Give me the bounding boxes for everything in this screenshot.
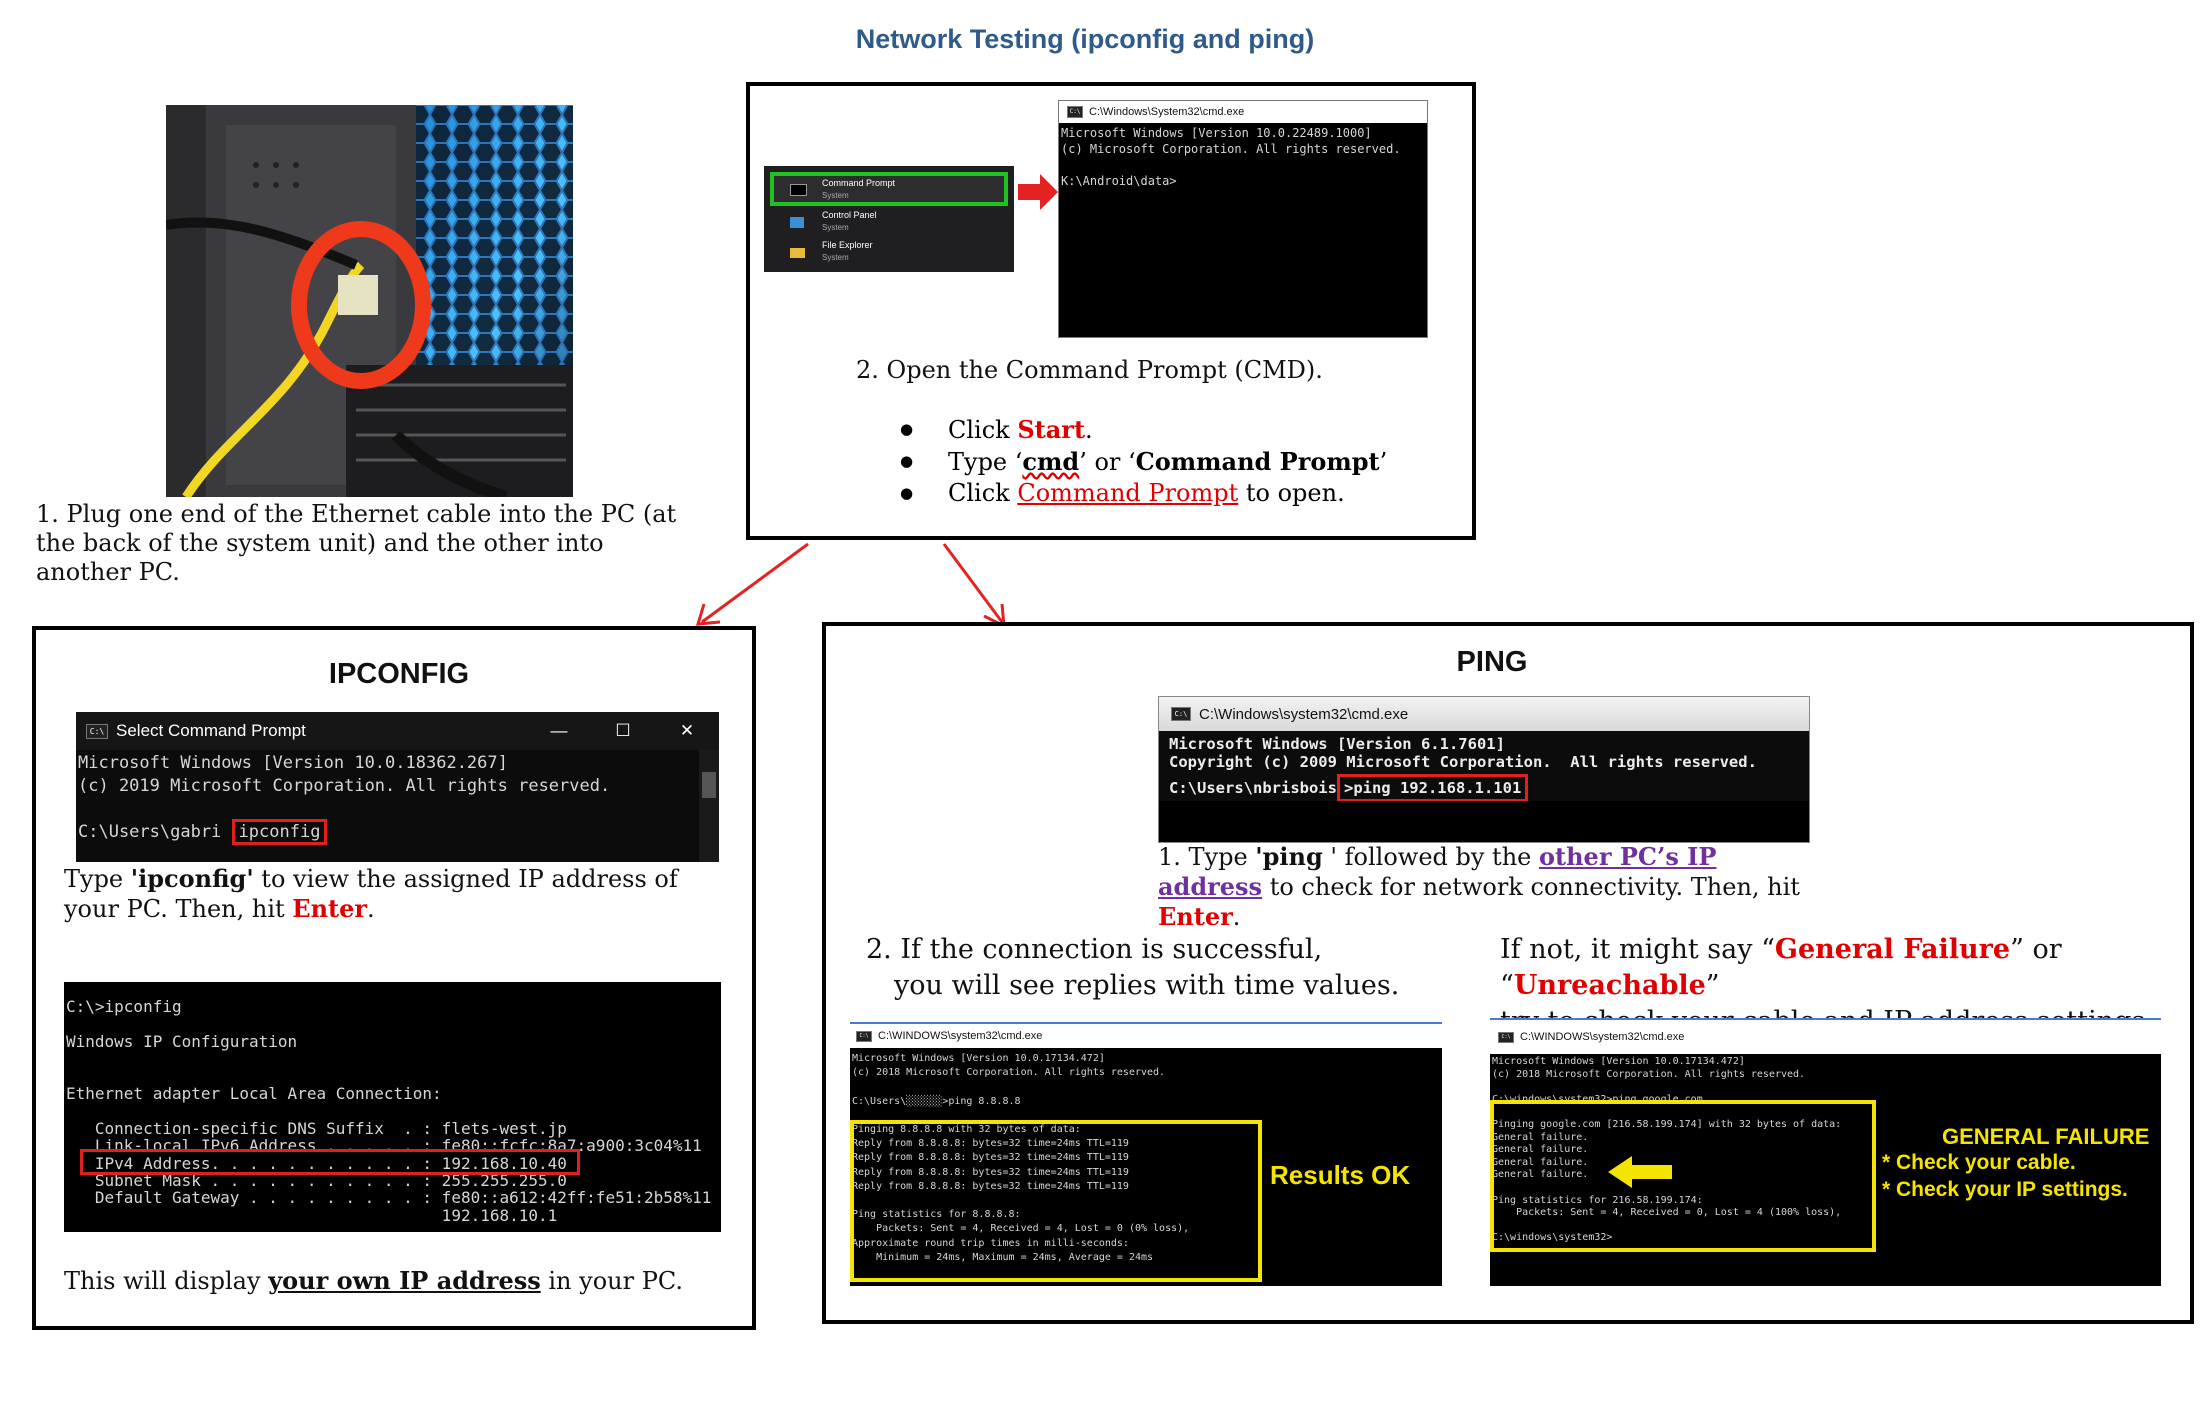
cmd-line: Microsoft Windows [Version 10.0.18362.26… — [78, 753, 508, 773]
folder-icon — [790, 248, 805, 258]
cmd-line: Microsoft Windows [Version 10.0.17134.47… — [1492, 1056, 1745, 1067]
cmd-line: (c) Microsoft Corporation. All rights re… — [1061, 142, 1401, 156]
ping-success-window: C:\ C:\WINDOWS\system32\cmd.exe Microsof… — [850, 1022, 1442, 1286]
ping-window-titlebar: C:\ C:\Windows\system32\cmd.exe — [1159, 697, 1809, 731]
cmd-line — [1061, 157, 1425, 173]
cmd-window-title: C:\Windows\System32\cmd.exe — [1089, 106, 1245, 118]
cmd-line: (c) 2018 Microsoft Corporation. All righ… — [852, 1067, 1166, 1079]
ping-output: Microsoft Windows [Version 6.1.7601] Cop… — [1159, 731, 1809, 801]
cmd-icon: C:\ — [86, 723, 108, 739]
ping-window-title: C:\Windows\system32\cmd.exe — [1199, 705, 1409, 723]
check-cable-label: * Check your cable. — [1882, 1151, 2076, 1174]
check-ip-label: * Check your IP settings. — [1882, 1178, 2128, 1201]
cmd-line — [66, 1102, 719, 1119]
control-panel-icon — [790, 217, 804, 228]
scrollbar[interactable] — [699, 750, 719, 862]
cmd-window-top: C:\ C:\Windows\System32\cmd.exe Microsof… — [1058, 100, 1428, 338]
cmd-line: Ethernet adapter Local Area Connection: — [66, 1084, 442, 1104]
bullet-type-cmd: Type ‘cmd’ or ‘Command Prompt’ — [888, 446, 1408, 478]
cmd-line — [1492, 1081, 2159, 1094]
step1-text: 1. Plug one end of the Ethernet cable in… — [36, 500, 677, 586]
results-highlight — [850, 1120, 1262, 1282]
start-menu-item-label: File Explorer — [822, 240, 873, 250]
cmd-line: Windows IP Configuration — [66, 1031, 298, 1051]
ping-command: >ping 192.168.1.101 — [1336, 774, 1529, 801]
failure-highlight — [1490, 1100, 1876, 1252]
ping-window: C:\ C:\Windows\system32\cmd.exe Microsof… — [1158, 696, 1810, 843]
flow-arrows — [695, 542, 1006, 629]
cmd-prompt-line: C:\Users\gabri ipconfig — [78, 819, 717, 845]
cmd-icon — [790, 184, 807, 196]
cmd-line — [66, 1015, 719, 1032]
bullet-click-start: Click Start. — [888, 414, 1408, 446]
cmd-line: (c) 2018 Microsoft Corporation. All righ… — [1492, 1068, 1806, 1080]
cmd-line — [66, 1050, 719, 1067]
ipconfig-output: Microsoft Windows [Version 10.0.18362.26… — [76, 750, 719, 846]
ipconfig-description: Type 'ipconfig' to view the assigned IP … — [64, 864, 678, 923]
cmd-line: Connection-specific DNS Suffix . : flets… — [66, 1118, 567, 1138]
ethernet-photo — [166, 105, 573, 497]
cmd-icon: C:\ — [856, 1030, 872, 1042]
ipconfig-heading: IPCONFIG — [328, 658, 470, 690]
ipconfig-window-titlebar: C:\ Select Command Prompt — ☐ ✕ — [76, 712, 719, 750]
ping-step2: 2. If the connection is successful, you … — [866, 934, 1400, 1001]
cmd-icon: C:\ — [1171, 707, 1191, 721]
command-prompt-link[interactable]: Command Prompt — [1017, 479, 1238, 507]
cmd-line: 192.168.10.1 — [66, 1205, 558, 1225]
cmd-icon: C:\ — [1067, 106, 1083, 118]
general-failure-label: GENERAL FAILURE — [1942, 1124, 2150, 1149]
cmd-line: Default Gateway . . . . . . . . . : fe80… — [66, 1188, 712, 1208]
cmd-icon: C:\ — [1498, 1031, 1514, 1043]
cmd-window-titlebar: C:\ C:\Windows\System32\cmd.exe — [1059, 101, 1427, 123]
page-title: Network Testing (ipconfig and ping) — [855, 24, 1315, 54]
ping-heading: PING — [1456, 646, 1528, 678]
cmd-line: Microsoft Windows [Version 6.1.7601] — [1169, 735, 1505, 753]
cmd-line: C:\Users\nbrisbois >ping 192.168.1.101 — [1169, 774, 1799, 801]
close-button[interactable]: ✕ — [655, 721, 719, 741]
arrow-to-ping — [942, 543, 1004, 623]
start-menu-item-control-panel[interactable]: Control Panel System — [770, 208, 1008, 238]
arrow-to-ipconfig — [701, 542, 809, 624]
cmd-line: C:\Users\░░░░░░>ping 8.8.8.8 — [852, 1095, 1021, 1107]
step2-open-cmd: 2. Open the Command Prompt (CMD). — [856, 356, 1323, 384]
start-menu: Command Prompt System Control Panel Syst… — [764, 166, 1014, 272]
cmd-line — [852, 1080, 1440, 1094]
cmd-line — [78, 798, 717, 821]
right-arrow-icon — [1018, 174, 1058, 210]
cmd-steps-list: Click Start. Type ‘cmd’ or ‘Command Prom… — [888, 414, 1408, 509]
start-menu-item-label: Command Prompt — [822, 178, 896, 188]
ping-success-titlebar: C:\ C:\WINDOWS\system32\cmd.exe — [850, 1024, 1442, 1048]
ipconfig-window: C:\ Select Command Prompt — ☐ ✕ Microsof… — [76, 712, 719, 862]
cmd-line: Microsoft Windows [Version 10.0.22489.10… — [1061, 126, 1372, 140]
ipv4-highlight — [80, 1149, 580, 1175]
ipconfig-window-title: Select Command Prompt — [116, 721, 306, 740]
start-menu-item-sub: System — [822, 191, 849, 200]
ping-success-title: C:\WINDOWS\system32\cmd.exe — [878, 1030, 1043, 1042]
bullet-click-cmd: Click Command Prompt to open. — [888, 478, 1408, 509]
start-menu-item-sub: System — [822, 223, 849, 232]
ipconfig-command: ipconfig — [231, 819, 328, 845]
ping-failure-titlebar: C:\ C:\WINDOWS\system32\cmd.exe — [1490, 1020, 2161, 1054]
maximize-button[interactable]: ☐ — [591, 721, 655, 741]
minimize-button[interactable]: — — [527, 721, 591, 741]
cmd-line: Microsoft Windows [Version 10.0.17134.47… — [852, 1053, 1105, 1064]
cmd-line: C:\>ipconfig — [66, 997, 182, 1016]
cmd-line — [66, 1068, 719, 1085]
ipconfig-footer: This will display your own IP address in… — [64, 1266, 683, 1295]
ipconfig-result-window: C:\>ipconfig Windows IP Configuration Et… — [64, 982, 721, 1232]
start-menu-item-sub: System — [822, 253, 849, 262]
cmd-line: Copyright (c) 2009 Microsoft Corporation… — [1169, 753, 1757, 771]
cmd-line: K:\Android\data> — [1061, 174, 1177, 188]
ping-failure-window: C:\ C:\WINDOWS\system32\cmd.exe Microsof… — [1490, 1018, 2161, 1286]
start-menu-item-cmd[interactable]: Command Prompt System — [770, 172, 1008, 206]
start-menu-item-file-explorer[interactable]: File Explorer System — [770, 238, 1008, 268]
ping-step1: 1. Type 'ping ' followed by the other PC… — [1158, 842, 1800, 931]
left-arrow-icon — [1608, 1156, 1672, 1188]
results-ok-label: Results OK — [1270, 1160, 1411, 1190]
cmd-output: Microsoft Windows [Version 10.0.22489.10… — [1059, 123, 1427, 191]
cmd-line: (c) 2019 Microsoft Corporation. All righ… — [78, 776, 611, 796]
start-menu-item-label: Control Panel — [822, 210, 877, 220]
ping-failure-title: C:\WINDOWS\system32\cmd.exe — [1520, 1031, 1685, 1043]
